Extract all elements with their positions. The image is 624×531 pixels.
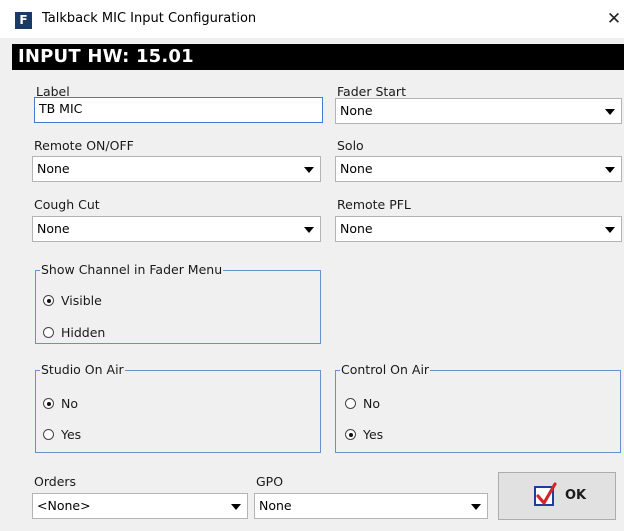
- remote-pfl-select[interactable]: None: [335, 216, 622, 242]
- remote-on-off-value: None: [37, 161, 70, 176]
- orders-select[interactable]: <None>: [32, 493, 248, 519]
- radio-unselected-icon: [345, 398, 356, 409]
- remote-pfl-value: None: [340, 221, 373, 236]
- orders-value: <None>: [37, 498, 91, 513]
- ok-button[interactable]: OK: [498, 472, 616, 520]
- input-header-band: INPUT HW: 15.01: [12, 44, 624, 70]
- input-header-text: INPUT HW: 15.01: [18, 46, 194, 67]
- remote-on-off-label: Remote ON/OFF: [34, 138, 134, 153]
- solo-select[interactable]: None: [335, 156, 622, 182]
- radio-selected-icon: [345, 429, 356, 440]
- orders-label: Orders: [34, 474, 77, 489]
- visible-radio-label: Visible: [61, 293, 102, 308]
- cough-cut-select[interactable]: None: [32, 216, 321, 242]
- radio-selected-icon: [43, 295, 54, 306]
- studio-on-air-group-title: Studio On Air: [40, 362, 125, 377]
- control-on-air-group: Control On Air No Yes: [335, 362, 621, 453]
- fader-start-select[interactable]: None: [335, 98, 622, 124]
- chevron-down-icon: [605, 109, 615, 115]
- studio-yes-label: Yes: [61, 427, 82, 442]
- studio-no-label: No: [61, 396, 78, 411]
- radio-selected-icon: [43, 398, 54, 409]
- checkmark-icon: [534, 482, 557, 506]
- show-channel-group-title: Show Channel in Fader Menu: [40, 262, 224, 277]
- solo-label: Solo: [337, 138, 364, 153]
- cough-cut-label: Cough Cut: [34, 197, 100, 212]
- close-icon[interactable]: ✕: [604, 6, 624, 32]
- control-no-label: No: [363, 396, 380, 411]
- title-bar: F Talkback MIC Input Configuration ✕: [0, 0, 624, 38]
- chevron-down-icon: [605, 167, 615, 173]
- ok-button-label: OK: [565, 488, 587, 503]
- hidden-radio-label: Hidden: [61, 325, 106, 340]
- window-title: Talkback MIC Input Configuration: [42, 11, 257, 26]
- gpo-label: GPO: [256, 474, 284, 489]
- chevron-down-icon: [471, 504, 481, 510]
- chevron-down-icon: [231, 504, 241, 510]
- fader-start-value: None: [340, 103, 373, 118]
- radio-unselected-icon: [43, 429, 54, 440]
- remote-pfl-label: Remote PFL: [337, 197, 411, 212]
- chevron-down-icon: [304, 227, 314, 233]
- cough-cut-value: None: [37, 221, 70, 236]
- studio-on-air-group: Studio On Air No Yes: [35, 362, 321, 453]
- chevron-down-icon: [605, 227, 615, 233]
- control-on-air-group-title: Control On Air: [340, 362, 431, 377]
- control-yes-label: Yes: [363, 427, 384, 442]
- remote-on-off-select[interactable]: None: [32, 156, 321, 182]
- show-channel-group: Show Channel in Fader Menu Visible Hidde…: [35, 262, 321, 344]
- solo-value: None: [340, 161, 373, 176]
- radio-unselected-icon: [43, 327, 54, 338]
- chevron-down-icon: [304, 167, 314, 173]
- label-input[interactable]: TB MIC: [34, 97, 323, 123]
- app-logo-icon: F: [15, 12, 32, 29]
- gpo-value: None: [259, 498, 292, 513]
- gpo-select[interactable]: None: [254, 493, 488, 519]
- fader-start-label: Fader Start: [337, 84, 406, 99]
